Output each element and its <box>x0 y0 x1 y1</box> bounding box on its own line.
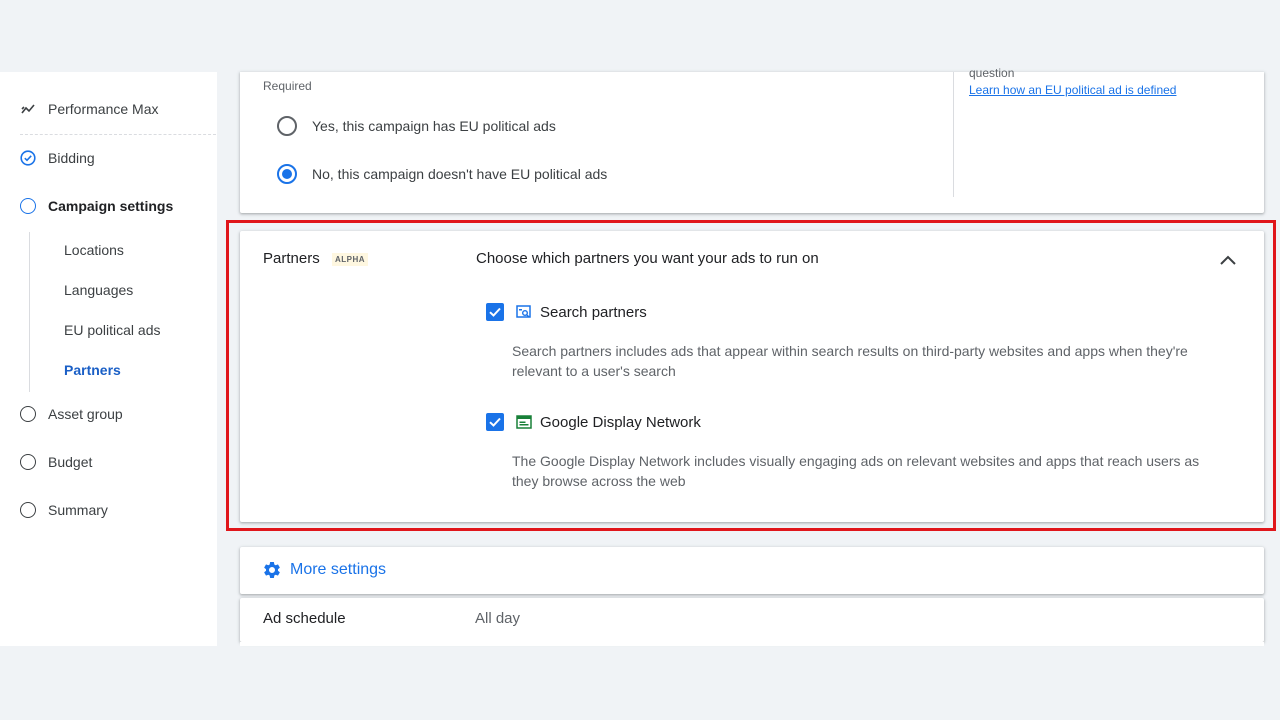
radio-label: No, this campaign doesn't have EU politi… <box>312 166 608 182</box>
eu-political-ad-help-link[interactable]: Learn how an EU political ad is defined <box>969 83 1176 97</box>
circle-icon <box>20 406 36 422</box>
vertical-divider <box>953 72 954 197</box>
radio-label: Yes, this campaign has EU political ads <box>312 118 556 134</box>
radio-checked[interactable] <box>277 164 297 184</box>
more-settings-label: More settings <box>290 561 387 578</box>
sidebar-nav: Performance Max Bidding Campaign setting… <box>0 72 217 646</box>
sidebar-divider <box>20 134 216 135</box>
highlight-box <box>226 220 1276 531</box>
sidebar-subitem-locations[interactable]: Locations <box>64 242 124 258</box>
radio-unchecked[interactable] <box>277 116 297 136</box>
sidebar-item-label: Performance Max <box>48 101 159 117</box>
required-label: Required <box>263 79 312 93</box>
help-text: question <box>969 66 1015 80</box>
check-circle-icon <box>20 150 36 166</box>
sidebar-subitem-languages[interactable]: Languages <box>64 282 133 298</box>
sidebar-item-label: Asset group <box>48 406 123 422</box>
gear-icon <box>264 562 280 578</box>
more-settings-card: More settings <box>240 547 1264 594</box>
sidebar-subitem-partners[interactable]: Partners <box>64 362 121 378</box>
radio-option-yes[interactable]: Yes, this campaign has EU political ads <box>277 116 556 136</box>
circle-icon <box>20 454 36 470</box>
circle-icon <box>20 198 36 214</box>
next-row-edge <box>240 642 1264 646</box>
sub-nav-line <box>29 232 30 392</box>
sidebar-item-label: Budget <box>48 454 93 470</box>
circle-icon <box>20 502 36 518</box>
ad-schedule-row[interactable]: Ad schedule All day <box>240 598 1264 642</box>
sidebar-item-label: Summary <box>48 502 108 518</box>
sidebar-subitem-eu-political-ads[interactable]: EU political ads <box>64 322 161 338</box>
radio-option-no[interactable]: No, this campaign doesn't have EU politi… <box>277 164 607 184</box>
ad-schedule-label: Ad schedule <box>263 610 346 627</box>
eu-political-ads-card: Required Yes, this campaign has EU polit… <box>240 66 1264 213</box>
sidebar-item-label: Campaign settings <box>48 198 174 214</box>
ad-schedule-value: All day <box>475 610 521 627</box>
more-settings-button[interactable]: More settings <box>262 560 386 580</box>
sidebar-item-label: Bidding <box>48 150 95 166</box>
trending-icon <box>20 101 36 117</box>
